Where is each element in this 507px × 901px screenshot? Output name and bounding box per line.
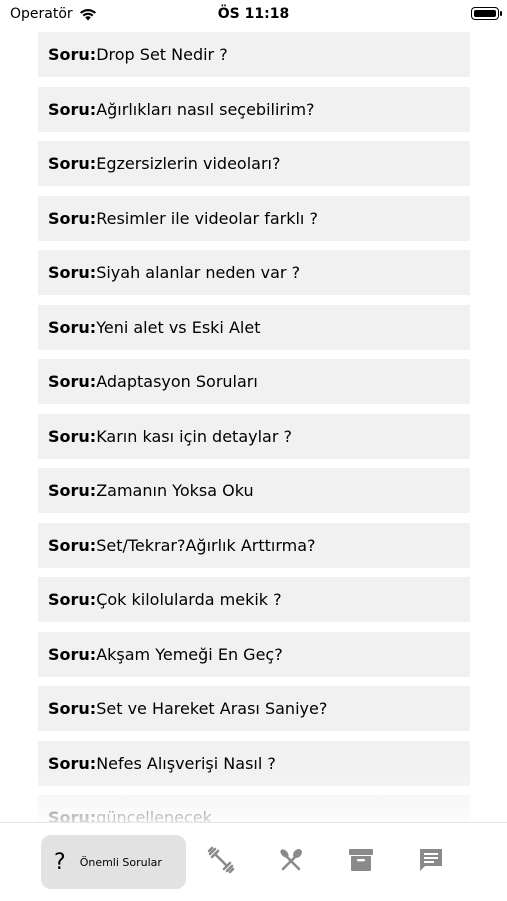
question-text: Egzersizlerin videoları?: [96, 154, 281, 173]
question-item-14[interactable]: Soru: Nefes Alışverişi Nasıl ?: [38, 740, 470, 786]
question-prefix: Soru:: [48, 372, 97, 391]
question-text: Drop Set Nedir ?: [96, 45, 228, 64]
question-item-10[interactable]: Soru: Set/Tekrar?Ağırlık Arttırma?: [38, 522, 470, 568]
tab-label: Önemli Sorular: [79, 855, 162, 869]
question-item-2[interactable]: Soru: Ağırlıkları nasıl seçebilirim?: [38, 86, 470, 132]
question-text: Resimler ile videolar farklı ?: [96, 208, 318, 228]
question-item-1[interactable]: Soru: Drop Set Nedir ?: [38, 32, 470, 77]
status-bar: Operatör ÖS 11:18: [0, 0, 507, 28]
question-prefix: Soru:: [48, 535, 97, 555]
question-text: Nefes Alışverişi Nasıl ?: [96, 753, 276, 773]
question-text: Yeni alet vs Eski Alet: [96, 317, 261, 337]
question-prefix: Soru:: [48, 317, 97, 337]
question-text: Akşam Yemeği En Geç?: [96, 644, 283, 664]
question-mark-icon: ?: [54, 849, 66, 875]
question-item-9[interactable]: Soru: Zamanın Yoksa Oku: [38, 468, 470, 513]
question-text: Zamanın Yoksa Oku: [96, 481, 254, 500]
tab-archive[interactable]: [343, 833, 379, 887]
question-item-5[interactable]: Soru: Siyah alanlar neden var ?: [38, 250, 470, 295]
question-text: Çok kilolularda mekik ?: [96, 590, 282, 609]
question-item-7[interactable]: Soru: Adaptasyon Soruları: [38, 359, 470, 404]
chat-icon: [420, 849, 442, 871]
question-prefix: Soru:: [48, 426, 97, 446]
question-text: Adaptasyon Soruları: [96, 372, 258, 391]
question-prefix: Soru:: [48, 590, 97, 609]
fork-knife-icon: [280, 849, 302, 871]
question-item-4[interactable]: Soru: Resimler ile videolar farklı ?: [38, 195, 470, 241]
question-prefix: Soru:: [48, 45, 97, 64]
tab-nutrition[interactable]: [273, 833, 309, 887]
battery-icon: [471, 7, 502, 20]
tab-onemli-sorular[interactable]: ? Önemli Sorular: [41, 835, 186, 889]
question-prefix: Soru:: [48, 644, 97, 664]
question-text: Ağırlıkları nasıl seçebilirim?: [96, 99, 315, 119]
question-item-8[interactable]: Soru: Karın kası için detaylar ?: [38, 413, 470, 459]
question-prefix: Soru:: [48, 154, 97, 173]
question-text: Set/Tekrar?Ağırlık Arttırma?: [96, 535, 316, 555]
question-prefix: Soru:: [48, 699, 97, 718]
question-text: Karın kası için detaylar ?: [96, 426, 292, 446]
question-prefix: Soru:: [48, 263, 97, 282]
status-time: ÖS 11:18: [217, 6, 290, 22]
tab-messages[interactable]: [413, 833, 449, 887]
archive-icon: [349, 849, 373, 871]
question-item-11[interactable]: Soru: Çok kilolularda mekik ?: [38, 577, 470, 622]
question-prefix: Soru:: [48, 99, 97, 119]
question-prefix: Soru:: [48, 753, 97, 773]
question-list: Soru: Drop Set Nedir ? Soru: Ağırlıkları…: [38, 32, 470, 850]
question-item-6[interactable]: Soru: Yeni alet vs Eski Alet: [38, 304, 470, 350]
question-text: Siyah alanlar neden var ?: [96, 263, 301, 282]
question-prefix: Soru:: [48, 208, 97, 228]
question-prefix: Soru:: [48, 481, 97, 500]
question-item-12[interactable]: Soru: Akşam Yemeği En Geç?: [38, 631, 470, 677]
tab-workout[interactable]: [203, 833, 239, 887]
question-item-13[interactable]: Soru: Set ve Hareket Arası Saniye?: [38, 686, 470, 731]
tab-bar: ? Önemli Sorular: [0, 822, 507, 901]
question-item-3[interactable]: Soru: Egzersizlerin videoları?: [38, 141, 470, 186]
dumbbell-icon: [207, 846, 235, 874]
question-text: Set ve Hareket Arası Saniye?: [96, 699, 328, 718]
